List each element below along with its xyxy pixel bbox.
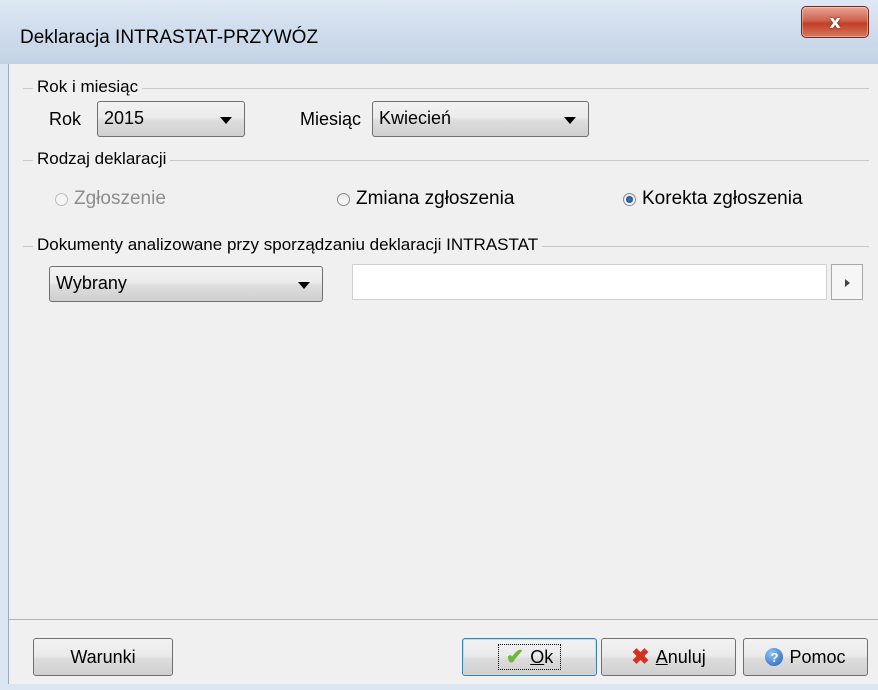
close-icon: x	[829, 11, 841, 33]
radio-indicator	[623, 192, 636, 206]
help-button[interactable]: ? Pomoc	[743, 638, 868, 676]
radio-korekta-zgloszenia[interactable]: Korekta zgłoszenia	[623, 188, 803, 210]
triangle-right-icon	[845, 279, 850, 287]
year-select-value: 2015	[104, 108, 145, 128]
group-label-documents: Dokumenty analizowane przy sporządzaniu …	[33, 235, 543, 255]
browse-button[interactable]	[831, 264, 863, 300]
radio-korekta-label: Korekta zgłoszenia	[642, 188, 803, 209]
dialog-client-area: Rok i miesiąc Rok 2015 Miesiąc Kwiecień …	[8, 64, 878, 684]
cancel-button[interactable]: ✖ Anuluj	[601, 638, 736, 676]
x-icon: ✖	[631, 644, 650, 669]
chevron-down-icon	[298, 282, 310, 289]
radio-zmiana-zgloszenia[interactable]: Zmiana zgłoszenia	[337, 188, 514, 210]
check-icon: ✔	[505, 644, 525, 669]
help-button-label: Pomoc	[789, 646, 846, 667]
radio-indicator	[337, 192, 350, 206]
group-separator	[23, 88, 869, 89]
group-label-period: Rok i miesiąc	[33, 77, 143, 97]
documents-text-field[interactable]	[352, 264, 827, 300]
radio-zmiana-label: Zmiana zgłoszenia	[356, 188, 515, 209]
year-label: Rok	[49, 109, 82, 129]
chevron-down-icon	[220, 117, 232, 124]
conditions-button[interactable]: Warunki	[33, 638, 173, 676]
group-label-type: Rodzaj deklaracji	[33, 149, 171, 169]
year-select[interactable]: 2015	[97, 101, 245, 137]
month-select[interactable]: Kwiecień	[372, 101, 589, 137]
ok-button-content: ✔ Ok	[497, 644, 562, 670]
radio-indicator	[55, 192, 68, 206]
title-bar[interactable]: Deklaracja INTRASTAT-PRZYWÓZ x	[0, 0, 878, 64]
conditions-button-label: Warunki	[70, 646, 136, 667]
month-select-value: Kwiecień	[379, 108, 452, 128]
radio-zgloszenie[interactable]: Zgłoszenie	[55, 188, 166, 210]
help-icon: ?	[765, 648, 784, 666]
chevron-down-icon	[564, 117, 576, 124]
documents-select[interactable]: Wybrany	[49, 266, 323, 302]
radio-zgloszenie-label: Zgłoszenie	[74, 188, 166, 209]
panel-divider	[9, 619, 878, 620]
documents-select-value: Wybrany	[56, 273, 127, 293]
window-title: Deklaracja INTRASTAT-PRZYWÓZ	[20, 27, 319, 48]
close-button[interactable]: x	[801, 6, 869, 38]
cancel-button-label: Anuluj	[655, 646, 706, 667]
ok-button-label: Ok	[530, 646, 554, 667]
month-label: Miesiąc	[300, 109, 362, 129]
ok-button[interactable]: ✔ Ok	[462, 638, 597, 676]
